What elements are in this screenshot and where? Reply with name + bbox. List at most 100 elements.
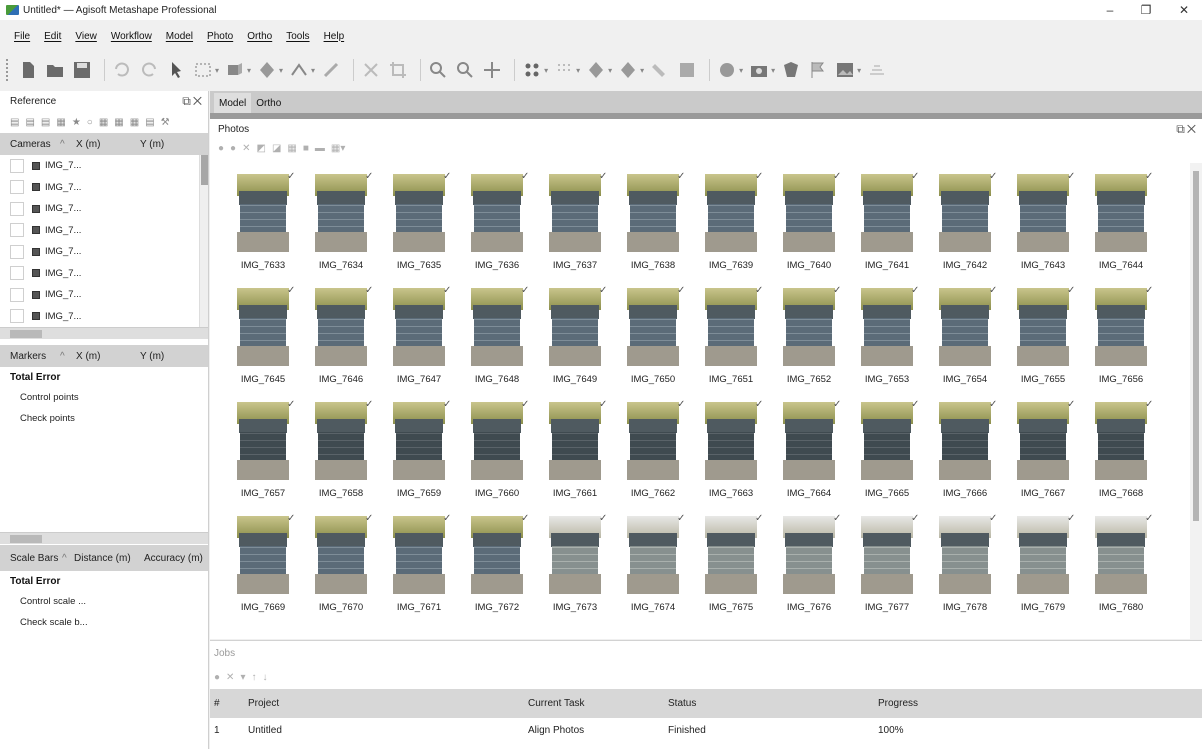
x-column[interactable]: X (m) [68,351,134,362]
distance-column[interactable]: Distance (m) [70,553,142,564]
panel-float-close-icon[interactable]: ⧉✕ [182,94,204,109]
photo-thumbnail[interactable]: ✓ IMG_7668 [1082,399,1160,513]
photo-thumbnail[interactable]: ✓ IMG_7677 [848,513,926,627]
close-button[interactable]: ✕ [1166,0,1202,20]
chevron-down-icon[interactable]: ▾ [215,66,219,75]
camera-checkbox[interactable] [10,223,24,238]
chevron-down-icon[interactable]: ▾ [247,66,251,75]
photo-thumbnail[interactable]: ✓ IMG_7649 [536,285,614,399]
point-cloud-icon[interactable] [521,59,543,81]
zoom-out-icon[interactable] [454,59,476,81]
list-item[interactable]: IMG_7... [0,155,208,177]
grid-icon[interactable] [553,59,575,81]
photo-thumbnail[interactable]: ✓ IMG_7658 [302,399,380,513]
optimize-icon[interactable]: ▦ [56,117,65,128]
update-icon[interactable]: ○ [87,117,93,128]
menu-help[interactable]: Help [324,31,345,42]
menu-file[interactable]: File [14,31,30,42]
photo-thumbnail[interactable]: ✓ IMG_7644 [1082,171,1160,285]
scale-bars-column[interactable]: Scale Bars [0,553,62,564]
markers-icon[interactable] [780,59,802,81]
texture-icon[interactable] [617,59,639,81]
measure-icon[interactable] [288,59,310,81]
chevron-down-icon[interactable]: ▾ [739,66,743,75]
save-icon[interactable] [71,59,93,81]
chevron-down-icon[interactable]: ▾ [311,66,315,75]
photo-thumbnail[interactable]: ✓ IMG_7665 [848,399,926,513]
reset-filter-icon[interactable]: ▦ [287,143,296,154]
photo-thumbnail[interactable]: ✓ IMG_7670 [302,513,380,627]
photo-thumbnail[interactable]: ✓ IMG_7654 [926,285,1004,399]
cameras-column[interactable]: Cameras [0,139,60,150]
photo-thumbnail[interactable]: ✓ IMG_7637 [536,171,614,285]
sort-icon[interactable]: ^ [60,139,68,150]
view-estimated-icon[interactable]: ▦ [114,117,123,128]
photo-thumbnail[interactable]: ✓ IMG_7640 [770,171,848,285]
zoom-in-icon[interactable] [427,59,449,81]
photos-scrollbar[interactable] [1190,163,1202,639]
camera-checkbox[interactable] [10,266,24,281]
camera-icon[interactable] [748,59,770,81]
photo-thumbnail[interactable]: ✓ IMG_7657 [224,399,302,513]
photo-thumbnail[interactable]: ✓ IMG_7674 [614,513,692,627]
photo-thumbnail[interactable]: ✓ IMG_7680 [1082,513,1160,627]
menu-photo[interactable]: Photo [207,31,233,42]
minimize-button[interactable]: – [1092,0,1128,20]
scrollbar-thumb[interactable] [10,330,42,338]
camera-checkbox[interactable] [10,158,24,173]
photo-thumbnail[interactable]: ✓ IMG_7642 [926,171,1004,285]
panel-float-close-icon[interactable]: ⧉✕ [1176,122,1198,137]
photo-thumbnail[interactable]: ✓ IMG_7667 [1004,399,1082,513]
chevron-down-icon[interactable]: ▾ [544,66,548,75]
sort-icon[interactable]: ^ [62,553,70,564]
column-current-task[interactable]: Current Task [524,689,664,718]
move-icon[interactable] [481,59,503,81]
photo-thumbnail[interactable]: ✓ IMG_7656 [1082,285,1160,399]
photo-thumbnail[interactable]: ✓ IMG_7645 [224,285,302,399]
photo-thumbnail[interactable]: ✓ IMG_7650 [614,285,692,399]
check-points-item[interactable]: Check points [0,408,208,429]
new-icon[interactable] [17,59,39,81]
photo-thumbnail[interactable]: ✓ IMG_7633 [224,171,302,285]
remove-icon[interactable]: ✕ [242,143,250,154]
menu-tools[interactable]: Tools [286,31,309,42]
add-photos-icon[interactable]: ● [218,143,224,154]
photo-thumbnail[interactable]: ✓ IMG_7660 [458,399,536,513]
photo-thumbnail[interactable]: ✓ IMG_7655 [1004,285,1082,399]
photo-thumbnail[interactable]: ✓ IMG_7643 [1004,171,1082,285]
toolbar-grip[interactable] [6,59,9,81]
camera-checkbox[interactable] [10,180,24,195]
cameras-scrollbar[interactable] [199,155,208,327]
pause-icon[interactable]: ● [214,672,220,683]
convert-icon[interactable]: ▤ [41,117,50,128]
rotate-right-icon[interactable]: ◪ [272,143,281,154]
list-item[interactable]: IMG_7... [0,263,208,285]
disable-icon[interactable]: ▬ [315,143,325,154]
chevron-down-icon[interactable]: ▾ [576,66,580,75]
photo-thumbnail[interactable]: ✓ IMG_7669 [224,513,302,627]
chevron-down-icon[interactable]: ▾ [608,66,612,75]
markers-column[interactable]: Markers [0,351,60,362]
photo-thumbnail[interactable]: ✓ IMG_7648 [458,285,536,399]
photo-thumbnail[interactable]: ✓ IMG_7679 [1004,513,1082,627]
list-item[interactable]: IMG_7... [0,198,208,220]
delete-job-icon[interactable]: ▾ [240,672,245,683]
photo-thumbnail[interactable]: ✓ IMG_7634 [302,171,380,285]
camera-checkbox[interactable] [10,287,24,302]
star-icon[interactable]: ★ [72,117,81,128]
list-item[interactable]: IMG_7... [0,306,208,328]
move-up-icon[interactable]: ↑ [251,672,256,683]
scrollbar-thumb[interactable] [201,155,208,185]
menu-workflow[interactable]: Workflow [111,31,152,42]
photo-thumbnail[interactable]: ✓ IMG_7672 [458,513,536,627]
photo-thumbnail[interactable]: ✓ IMG_7666 [926,399,1004,513]
photo-thumbnail[interactable]: ✓ IMG_7678 [926,513,1004,627]
import-icon[interactable]: ▤ [10,117,19,128]
tab-model[interactable]: Model [214,93,252,113]
photo-thumbnail[interactable]: ✓ IMG_7639 [692,171,770,285]
model-icon[interactable] [224,59,246,81]
globe-icon[interactable] [716,59,738,81]
ruler-icon[interactable] [320,59,342,81]
cancel-icon[interactable]: ✕ [226,672,234,683]
settings-icon[interactable]: ⚒ [161,117,170,128]
